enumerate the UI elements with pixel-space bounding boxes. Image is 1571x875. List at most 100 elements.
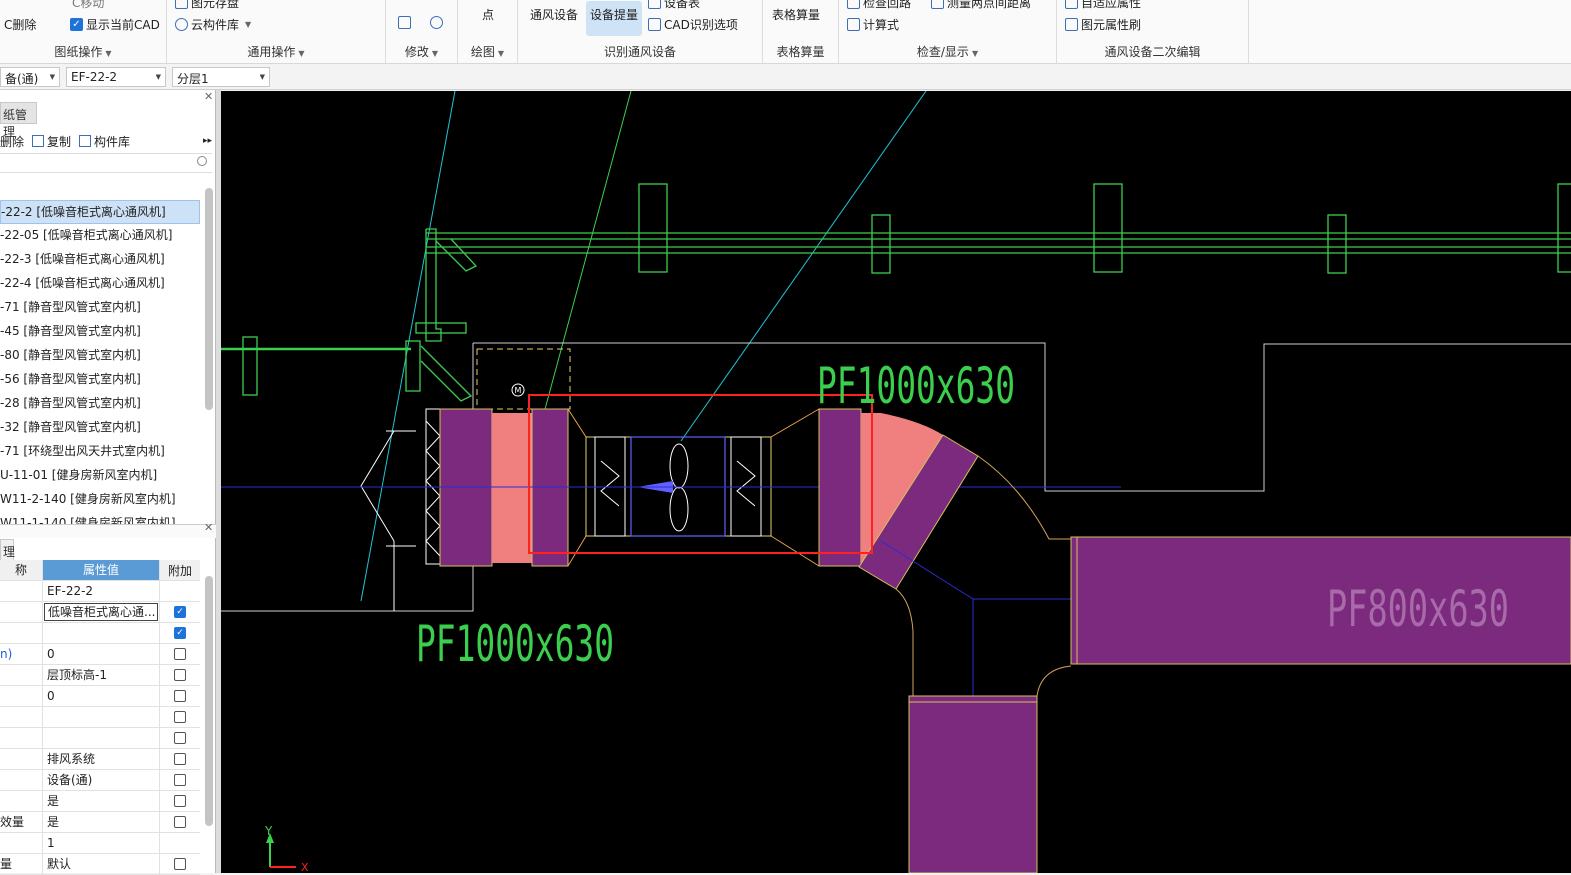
property-value-input[interactable]: 低噪音柜式离心通... bbox=[44, 603, 158, 621]
property-row[interactable]: 低噪音柜式离心通... ✓ bbox=[0, 602, 200, 623]
component-select[interactable]: EF-22-2 ▼ bbox=[66, 67, 166, 87]
delete-button[interactable]: 删除 bbox=[0, 133, 24, 150]
calc-formula-button[interactable]: 计算式 bbox=[847, 16, 899, 33]
attach-checkbox[interactable] bbox=[174, 774, 186, 786]
list-item[interactable]: -22-3 [低噪音柜式离心通风机] bbox=[0, 248, 200, 272]
point-button[interactable]: 点 bbox=[482, 6, 494, 23]
property-value[interactable] bbox=[43, 728, 160, 748]
property-name: 量 bbox=[0, 854, 43, 874]
attach-checkbox[interactable] bbox=[174, 711, 186, 723]
cad-drawing[interactable]: M PF1000x630 PF1000x630 PF800x630 Y X bbox=[221, 91, 1571, 873]
list-item[interactable]: W11-2-140 [健身房新风室内机] bbox=[0, 488, 200, 512]
copy-button[interactable]: 复制 bbox=[32, 133, 71, 150]
property-row[interactable]: ✓ bbox=[0, 623, 200, 644]
property-value[interactable]: 层顶标高-1 bbox=[43, 665, 160, 685]
ribbon-group-label[interactable]: 绘图 ▼ bbox=[458, 43, 517, 60]
attach-checkbox[interactable] bbox=[174, 795, 186, 807]
attach-checkbox[interactable]: ✓ bbox=[174, 627, 186, 639]
property-name bbox=[0, 581, 43, 601]
show-cad-checkbox[interactable]: ✓ 显示当前CAD bbox=[70, 16, 160, 33]
vent-equipment-button[interactable]: 通风设备 bbox=[530, 6, 578, 23]
property-value[interactable] bbox=[43, 623, 160, 643]
list-item[interactable]: U-11-01 [健身房新风室内机] bbox=[0, 464, 200, 488]
list-item[interactable]: -28 [静音型风管式室内机] bbox=[0, 392, 200, 416]
component-library-button[interactable]: 云构件库 ▼ bbox=[175, 16, 251, 33]
attach-checkbox[interactable] bbox=[174, 732, 186, 744]
property-row[interactable]: n) 0 bbox=[0, 644, 200, 665]
property-value[interactable]: 默认 bbox=[43, 854, 160, 874]
attach-checkbox[interactable] bbox=[174, 753, 186, 765]
search-input[interactable] bbox=[0, 153, 212, 173]
property-row[interactable]: 量默认 bbox=[0, 854, 200, 875]
list-item[interactable]: -71 [静音型风管式室内机] bbox=[0, 296, 200, 320]
library-button[interactable]: 构件库 bbox=[79, 133, 130, 150]
list-item[interactable]: -22-05 [低噪音柜式离心通风机] bbox=[0, 224, 200, 248]
property-value[interactable]: 0 bbox=[43, 644, 160, 664]
attach-checkbox[interactable] bbox=[174, 669, 186, 681]
ribbon-group-label[interactable]: 检查/显示 ▼ bbox=[839, 43, 1056, 60]
attach-checkbox[interactable]: ✓ bbox=[174, 606, 186, 618]
property-value[interactable]: 排风系统 bbox=[43, 749, 160, 769]
property-row[interactable]: EF-22-2 bbox=[0, 581, 200, 602]
property-row[interactable]: 效量是 bbox=[0, 812, 200, 833]
property-row[interactable]: 设备(通) bbox=[0, 770, 200, 791]
equipment-extract-label: 设备提量 bbox=[590, 8, 639, 22]
property-value[interactable]: 低噪音柜式离心通... bbox=[43, 602, 160, 622]
property-value[interactable]: 设备(通) bbox=[43, 770, 160, 790]
cad-delete-button[interactable]: C删除 bbox=[4, 16, 36, 33]
list-item[interactable]: -71 [环绕型出风天井式室内机] bbox=[0, 440, 200, 464]
adaptive-attr-button[interactable]: 自适应属性 bbox=[1065, 0, 1141, 11]
attach-checkbox[interactable] bbox=[174, 690, 186, 702]
check-loop-button[interactable]: 检查回路 bbox=[847, 0, 911, 11]
property-row[interactable]: 是 bbox=[0, 791, 200, 812]
list-item[interactable]: -22-4 [低噪音柜式离心通风机] bbox=[0, 272, 200, 296]
layer-select[interactable]: 分层1 ▼ bbox=[172, 67, 270, 87]
element-store-button[interactable]: 图元存盘 bbox=[175, 0, 239, 11]
cad-options-button[interactable]: CAD识别选项 bbox=[648, 16, 738, 33]
attach-checkbox[interactable] bbox=[174, 648, 186, 660]
ribbon-group-label[interactable]: 通用操作 ▼ bbox=[167, 43, 385, 60]
property-value[interactable] bbox=[43, 707, 160, 727]
ribbon-group-label[interactable]: 修改 ▼ bbox=[386, 43, 457, 60]
property-value[interactable]: 0 bbox=[43, 686, 160, 706]
list-item[interactable]: -32 [静音型风管式室内机] bbox=[0, 416, 200, 440]
cad-canvas[interactable]: M PF1000x630 PF1000x630 PF800x630 Y X bbox=[221, 91, 1571, 873]
category-select[interactable]: 备(通) ▼ bbox=[0, 67, 60, 87]
table-calc-button[interactable]: 表格算量 bbox=[772, 6, 820, 23]
properties-scrollbar[interactable] bbox=[205, 576, 213, 826]
property-row[interactable] bbox=[0, 728, 200, 749]
attach-checkbox[interactable] bbox=[174, 816, 186, 828]
property-row[interactable]: 1 bbox=[0, 833, 200, 854]
ribbon-group-label[interactable]: 图纸操作 ▼ bbox=[0, 43, 166, 60]
close-icon[interactable]: ✕ bbox=[204, 90, 213, 103]
property-name bbox=[0, 707, 43, 727]
list-scrollbar[interactable] bbox=[205, 188, 213, 410]
list-item[interactable]: -80 [静音型风管式室内机] bbox=[0, 344, 200, 368]
measure-distance-button[interactable]: 测量两点间距离 bbox=[931, 0, 1031, 11]
attr-brush-button[interactable]: 图元属性刷 bbox=[1065, 16, 1141, 33]
properties-tab[interactable]: 理 bbox=[0, 539, 15, 561]
list-item[interactable]: -56 [静音型风管式室内机] bbox=[0, 368, 200, 392]
property-value[interactable]: 是 bbox=[43, 812, 160, 832]
component-tab[interactable]: 纸管理 bbox=[0, 102, 37, 139]
ribbon-group-recognize: 通风设备 设备提量 设备表 CAD识别选项 识别通风设备 bbox=[518, 0, 763, 64]
property-value[interactable]: EF-22-2 bbox=[43, 581, 160, 601]
property-value[interactable]: 1 bbox=[43, 833, 160, 853]
more-icon[interactable]: ▸▸ bbox=[203, 136, 212, 146]
rotate-tool-button[interactable] bbox=[430, 16, 443, 29]
move-button[interactable]: C移动 bbox=[72, 0, 104, 11]
property-row[interactable]: 0 bbox=[0, 686, 200, 707]
close-icon[interactable]: ✕ bbox=[204, 521, 213, 534]
ruler-icon bbox=[931, 0, 944, 9]
list-item[interactable]: -22-2 [低噪音柜式离心通风机] bbox=[0, 200, 200, 224]
motor-label: M bbox=[515, 386, 522, 395]
property-row[interactable]: 层顶标高-1 bbox=[0, 665, 200, 686]
property-row[interactable] bbox=[0, 707, 200, 728]
delete-tool-button[interactable] bbox=[398, 16, 411, 29]
list-item[interactable]: -45 [静音型风管式室内机] bbox=[0, 320, 200, 344]
property-row[interactable]: 排风系统 bbox=[0, 749, 200, 770]
attach-checkbox[interactable] bbox=[174, 858, 186, 870]
property-value[interactable]: 是 bbox=[43, 791, 160, 811]
equipment-extract-button[interactable]: 设备提量 bbox=[586, 1, 643, 36]
equipment-table-button[interactable]: 设备表 bbox=[648, 0, 700, 11]
